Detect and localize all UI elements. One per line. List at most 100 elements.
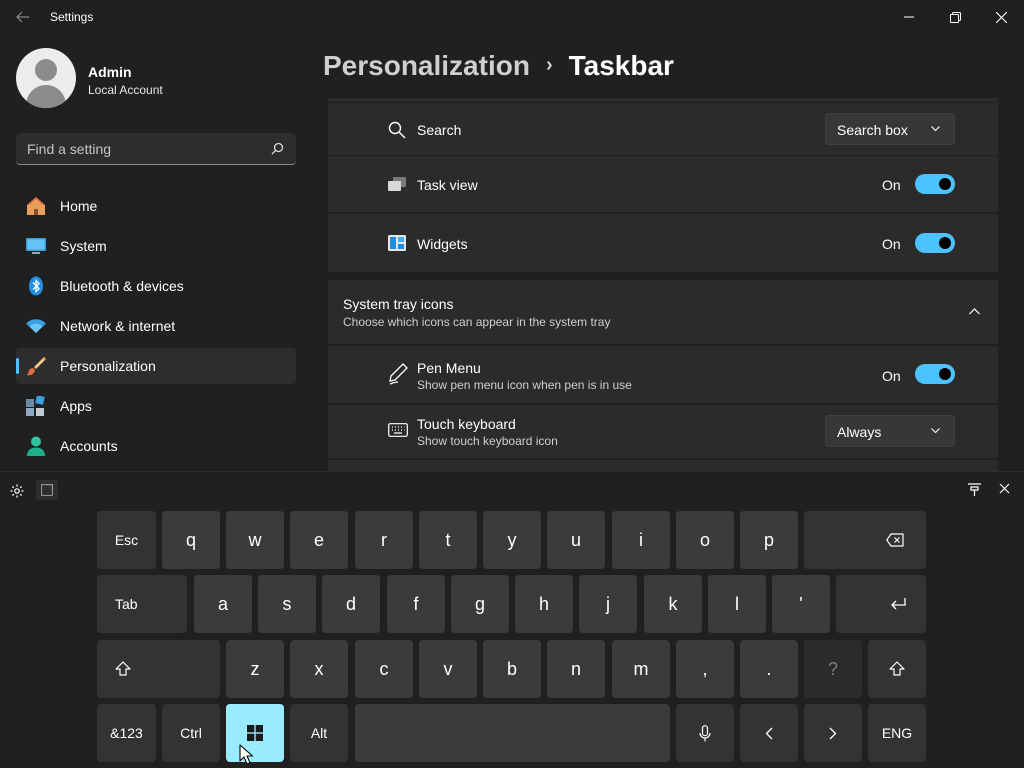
section-subtitle: Choose which icons can appear in the sys… xyxy=(343,315,611,329)
sidebar-item-label: Accounts xyxy=(60,438,118,454)
pin-icon[interactable] xyxy=(968,483,981,496)
key-f[interactable]: f xyxy=(387,575,445,633)
chevron-up-icon[interactable] xyxy=(969,308,980,315)
sidebar-item-label: System xyxy=(60,238,107,254)
bluetooth-icon xyxy=(29,276,43,296)
restore-button[interactable] xyxy=(932,0,978,34)
search-input[interactable] xyxy=(16,133,256,164)
key-q[interactable]: q xyxy=(162,511,220,569)
task-view-toggle[interactable] xyxy=(915,174,955,194)
sidebar-item-accounts[interactable]: Accounts xyxy=(16,428,296,464)
key-symbols[interactable]: &123 xyxy=(97,704,156,762)
sidebar-item-system[interactable]: System xyxy=(16,228,296,264)
key-ctrl[interactable]: Ctrl xyxy=(162,704,220,762)
task-view-icon xyxy=(388,177,406,191)
key-shift-left[interactable] xyxy=(97,640,220,698)
key-y[interactable]: y xyxy=(483,511,541,569)
pen-icon xyxy=(389,363,408,385)
key-c[interactable]: c xyxy=(355,640,413,698)
close-button[interactable] xyxy=(978,0,1024,34)
key-esc[interactable]: Esc xyxy=(97,511,156,569)
key-b[interactable]: b xyxy=(483,640,541,698)
key-d[interactable]: d xyxy=(322,575,380,633)
restore-icon xyxy=(949,11,961,23)
avatar-head xyxy=(35,59,57,81)
dropdown-value: Search box xyxy=(837,122,908,138)
enter-icon xyxy=(891,598,906,610)
key-n[interactable]: n xyxy=(547,640,605,698)
key-i[interactable]: i xyxy=(612,511,670,569)
key-z[interactable]: z xyxy=(226,640,284,698)
close-icon[interactable] xyxy=(999,483,1010,494)
system-tray-header[interactable]: System tray icons Choose which icons can… xyxy=(328,280,998,344)
key-t[interactable]: t xyxy=(419,511,477,569)
key-a[interactable]: a xyxy=(194,575,252,633)
sidebar-item-network[interactable]: Network & internet xyxy=(16,308,296,344)
chevron-left-icon xyxy=(765,727,773,739)
key-backspace[interactable] xyxy=(804,511,926,569)
key-o[interactable]: o xyxy=(676,511,734,569)
sidebar-item-personalization[interactable]: Personalization xyxy=(16,348,296,384)
setting-label: Task view xyxy=(417,177,478,193)
key-period[interactable]: . xyxy=(740,640,798,698)
key-alt[interactable]: Alt xyxy=(290,704,348,762)
search-box[interactable] xyxy=(16,133,296,165)
key-p[interactable]: p xyxy=(740,511,798,569)
gear-icon[interactable] xyxy=(10,484,24,498)
minimize-button[interactable] xyxy=(886,0,932,34)
key-tab[interactable]: Tab xyxy=(97,575,187,633)
search-icon[interactable] xyxy=(271,142,284,155)
key-enter[interactable] xyxy=(836,575,926,633)
setting-label: Touch keyboard xyxy=(417,416,516,432)
sidebar-item-label: Home xyxy=(60,198,98,214)
key-k[interactable]: k xyxy=(644,575,702,633)
sidebar-item-apps[interactable]: Apps xyxy=(16,388,296,424)
key-h[interactable]: h xyxy=(515,575,573,633)
setting-row-touch-keyboard: Touch keyboard Show touch keyboard icon … xyxy=(328,405,998,458)
setting-row-partial xyxy=(328,460,998,471)
key-s[interactable]: s xyxy=(258,575,316,633)
search-mode-dropdown[interactable]: Search box xyxy=(825,113,955,145)
toggle-state-label: On xyxy=(882,236,901,252)
key-u[interactable]: u xyxy=(547,511,605,569)
widgets-toggle[interactable] xyxy=(915,233,955,253)
minimize-icon xyxy=(904,16,914,18)
page-title: Taskbar xyxy=(568,50,674,81)
key-windows[interactable] xyxy=(226,704,284,762)
chevron-right-icon: › xyxy=(545,54,553,76)
avatar[interactable] xyxy=(16,48,76,108)
key-shift-right[interactable] xyxy=(868,640,926,698)
chevron-down-icon xyxy=(931,428,940,434)
card-top-edge xyxy=(328,98,998,102)
arrow-left-icon xyxy=(16,11,29,23)
apps-icon xyxy=(26,396,45,416)
key-v[interactable]: v xyxy=(419,640,477,698)
key-question[interactable]: ? xyxy=(804,640,862,698)
touch-keyboard-dropdown[interactable]: Always xyxy=(825,415,955,447)
sidebar-item-home[interactable]: Home xyxy=(16,188,296,224)
key-language[interactable]: ENG xyxy=(868,704,926,762)
key-e[interactable]: e xyxy=(290,511,348,569)
key-w[interactable]: w xyxy=(226,511,284,569)
key-x[interactable]: x xyxy=(290,640,348,698)
setting-row-pen-menu: Pen Menu Show pen menu icon when pen is … xyxy=(328,346,998,403)
microphone-icon xyxy=(699,724,711,741)
key-l[interactable]: l xyxy=(708,575,766,633)
key-space[interactable] xyxy=(355,704,670,762)
key-microphone[interactable] xyxy=(676,704,734,762)
key-j[interactable]: j xyxy=(579,575,637,633)
key-g[interactable]: g xyxy=(451,575,509,633)
key-apostrophe[interactable]: ' xyxy=(772,575,830,633)
key-r[interactable]: r xyxy=(355,511,413,569)
breadcrumb-parent[interactable]: Personalization xyxy=(323,50,530,81)
back-button[interactable] xyxy=(12,6,34,28)
windows-logo-icon xyxy=(247,725,263,741)
widgets-icon xyxy=(388,235,406,251)
key-comma[interactable]: , xyxy=(676,640,734,698)
pen-menu-toggle[interactable] xyxy=(915,364,955,384)
key-left-arrow[interactable] xyxy=(740,704,798,762)
sidebar-item-bluetooth[interactable]: Bluetooth & devices xyxy=(16,268,296,304)
key-m[interactable]: m xyxy=(612,640,670,698)
keyboard-layout-button[interactable] xyxy=(36,480,58,500)
key-right-arrow[interactable] xyxy=(804,704,862,762)
